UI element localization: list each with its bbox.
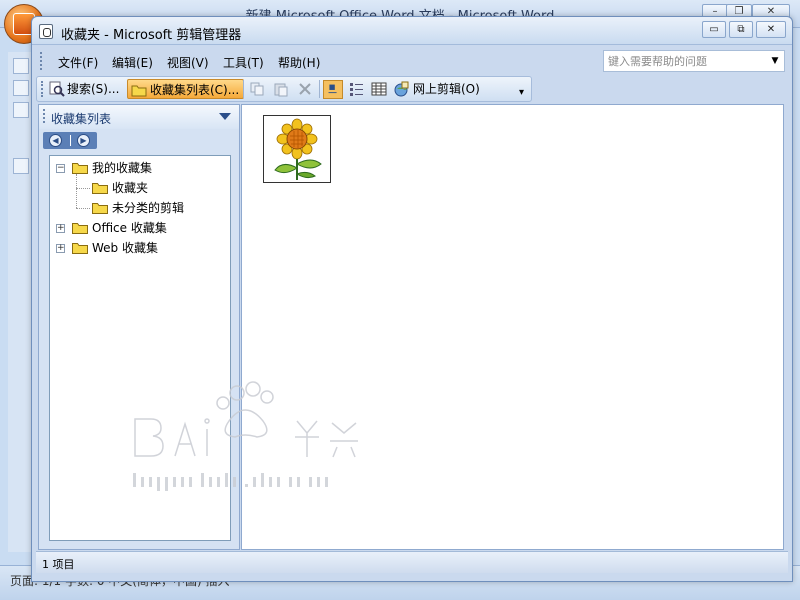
nav-divider xyxy=(70,135,71,146)
details-view-icon[interactable] xyxy=(371,81,387,97)
menu-bar: 文件(F) 编辑(E) 视图(V) 工具(T) 帮助(H) ▼ xyxy=(36,48,788,74)
pane-menu-dropdown-icon[interactable] xyxy=(219,113,231,120)
delete-icon[interactable] xyxy=(297,81,313,97)
expand-toggle-icon[interactable]: + xyxy=(56,224,65,233)
toolbar-separator xyxy=(319,80,320,98)
tree-label: Web 收藏集 xyxy=(92,241,158,255)
menu-edit[interactable]: 编辑(E) xyxy=(112,54,153,71)
collection-tree: − 我的收藏集 收藏夹 未分类的剪辑 + Office 收藏集 + Web 收藏… xyxy=(49,155,231,541)
pane-title: 收藏集列表 xyxy=(51,112,112,126)
toolbar-grip[interactable] xyxy=(41,81,44,97)
tree-item-web-collections[interactable]: + Web 收藏集 xyxy=(50,239,230,257)
globe-icon xyxy=(394,81,409,97)
menu-view[interactable]: 视图(V) xyxy=(167,54,209,71)
menu-tools[interactable]: 工具(T) xyxy=(223,54,264,71)
help-dropdown-arrow[interactable]: ▼ xyxy=(768,53,782,69)
folder-icon xyxy=(92,203,108,214)
toolbar-separator xyxy=(243,80,244,98)
expand-toggle-icon[interactable]: + xyxy=(56,244,65,253)
toolbar-overflow-button[interactable]: ▾ xyxy=(519,83,524,103)
list-view-icon[interactable] xyxy=(349,81,365,97)
folder-icon xyxy=(72,223,88,234)
collection-list-pane: 收藏集列表 ◀ ▶ − 我的收藏集 收藏夹 未分类的剪辑 + Office 收藏… xyxy=(38,104,240,550)
clip-statusbar: 1 项目 xyxy=(36,551,788,573)
collection-folder-icon xyxy=(131,85,147,97)
collection-list-label: 收藏集列表(C)... xyxy=(150,83,240,97)
tree-label: 未分类的剪辑 xyxy=(112,201,185,215)
forward-button[interactable]: ▶ xyxy=(77,134,90,147)
clip-organizer-window: 收藏夹 - Microsoft 剪辑管理器 ▭ ⧉ ✕ 文件(F) 编辑(E) … xyxy=(31,16,793,582)
tree-label: 收藏夹 xyxy=(112,181,149,195)
search-icon xyxy=(49,81,65,97)
pane-navigation: ◀ ▶ xyxy=(43,132,97,149)
back-button[interactable]: ◀ xyxy=(49,134,62,147)
pane-header: 收藏集列表 xyxy=(39,105,239,129)
folder-icon xyxy=(92,183,108,194)
tree-item-my-collections[interactable]: − 我的收藏集 xyxy=(50,159,230,177)
restore-button[interactable]: ⧉ xyxy=(729,21,753,38)
paste-icon[interactable] xyxy=(273,81,289,97)
online-clips-button[interactable]: 网上剪辑(O) xyxy=(393,79,480,99)
clip-content-area xyxy=(241,104,784,550)
menu-help[interactable]: 帮助(H) xyxy=(278,54,320,71)
help-question-input[interactable] xyxy=(604,51,764,71)
collection-list-button[interactable]: 收藏集列表(C)... xyxy=(127,79,245,99)
tree-item-favorites[interactable]: 收藏夹 xyxy=(50,179,230,197)
online-clips-label: 网上剪辑(O) xyxy=(413,82,480,96)
save-icon[interactable] xyxy=(12,158,29,174)
toolbar: 搜索(S)... 收藏集列表(C)... 网上剪辑(O) ▾ xyxy=(36,76,532,102)
close-button[interactable]: ✕ xyxy=(756,21,786,38)
collapse-toggle-icon[interactable]: − xyxy=(56,164,65,173)
clip-titlebar: 收藏夹 - Microsoft 剪辑管理器 ▭ ⧉ ✕ xyxy=(32,17,792,45)
tree-item-office-collections[interactable]: + Office 收藏集 xyxy=(50,219,230,237)
search-button[interactable]: 搜索(S)... xyxy=(49,79,119,99)
thumbnails-view-icon[interactable] xyxy=(323,80,343,99)
folder-icon xyxy=(72,243,88,254)
pane-grip[interactable] xyxy=(43,109,46,123)
tree-label: Office 收藏集 xyxy=(92,221,167,235)
copy-icon[interactable] xyxy=(249,81,265,97)
clip-thumbnail[interactable] xyxy=(263,115,331,183)
menu-file[interactable]: 文件(F) xyxy=(58,54,98,71)
minimize-button[interactable]: ▭ xyxy=(702,21,726,38)
folder-icon xyxy=(72,163,88,174)
tree-item-unclassified[interactable]: 未分类的剪辑 xyxy=(50,199,230,217)
tree-label: 我的收藏集 xyxy=(92,161,153,175)
quick-access-icon[interactable] xyxy=(12,102,29,118)
clip-organizer-icon xyxy=(39,24,53,39)
quick-access-icon[interactable] xyxy=(12,58,29,74)
item-count-status: 1 项目 xyxy=(42,558,75,571)
quick-access-icon[interactable] xyxy=(12,80,29,96)
clip-window-title: 收藏夹 - Microsoft 剪辑管理器 xyxy=(61,28,242,43)
menubar-grip[interactable] xyxy=(40,52,43,70)
sunflower-clipart-icon xyxy=(274,118,322,180)
help-question-box: ▼ xyxy=(603,50,785,72)
search-button-label: 搜索(S)... xyxy=(67,82,120,96)
